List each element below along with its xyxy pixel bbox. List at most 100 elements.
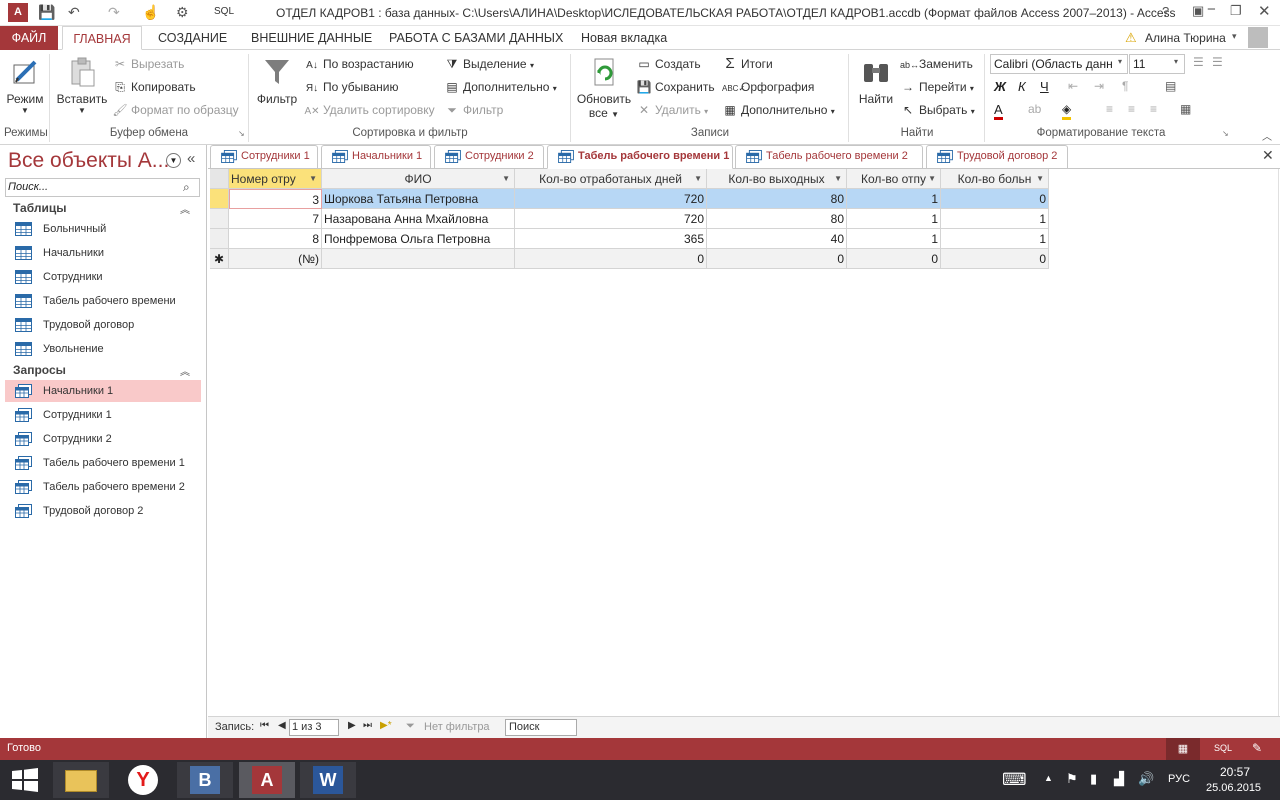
- tab-home[interactable]: ГЛАВНАЯ: [62, 26, 142, 50]
- first-record-icon[interactable]: ⏮: [260, 720, 269, 731]
- table-cell[interactable]: Шоркова Татьяна Петровна: [322, 189, 515, 209]
- tray-volume-icon[interactable]: 🔊: [1138, 771, 1154, 787]
- nav-table-item[interactable]: Начальники: [5, 242, 201, 264]
- indent-increase-icon[interactable]: ⇥: [1094, 79, 1104, 93]
- column-dropdown-icon[interactable]: ▼: [928, 169, 936, 188]
- new-row-cell[interactable]: 0: [707, 249, 847, 269]
- table-cell[interactable]: Понфремова Ольга Петровна: [322, 229, 515, 249]
- undo-icon[interactable]: ↶: [68, 4, 80, 21]
- table-cell[interactable]: Назарована Анна Мхайловна: [322, 209, 515, 229]
- selection-button[interactable]: ⧩ Выделение ▾: [444, 54, 534, 74]
- record-selector[interactable]: [210, 209, 229, 229]
- column-dropdown-icon[interactable]: ▼: [1036, 169, 1044, 188]
- nav-table-item[interactable]: Сотрудники: [5, 266, 201, 288]
- table-cell[interactable]: 1: [941, 209, 1049, 229]
- nav-pane-title[interactable]: Все объекты А...: [8, 149, 169, 173]
- sql-quick-button[interactable]: SQL: [214, 6, 234, 17]
- goto-button[interactable]: → Перейти ▾: [900, 77, 974, 97]
- select-button[interactable]: ↖ Выбрать ▾: [900, 100, 975, 120]
- cut-button[interactable]: ✂ Вырезать: [112, 54, 184, 74]
- nav-collapse-icon[interactable]: «: [187, 150, 195, 167]
- keyboard-icon[interactable]: ⌨: [1002, 770, 1027, 790]
- align-right-icon[interactable]: ≡: [1150, 102, 1157, 116]
- align-left-icon[interactable]: ≡: [1106, 102, 1113, 116]
- datasheet-view-icon[interactable]: ▦: [1166, 738, 1200, 760]
- table-cell[interactable]: 1: [941, 229, 1049, 249]
- last-record-icon[interactable]: ⏭: [363, 720, 372, 731]
- nav-search-input[interactable]: Поиск...: [5, 178, 200, 197]
- tab-new-tab[interactable]: Новая вкладка: [573, 26, 675, 50]
- font-name-chevron-down-icon[interactable]: ▾: [1118, 57, 1122, 66]
- new-row-cell[interactable]: (№): [229, 249, 322, 269]
- help-icon[interactable]: ?: [1162, 4, 1169, 19]
- close-icon[interactable]: ✕: [1258, 2, 1271, 20]
- customize-icon[interactable]: ⚙: [176, 4, 189, 21]
- document-tab[interactable]: Сотрудники 1: [210, 145, 318, 168]
- underline-button[interactable]: Ч: [1040, 79, 1049, 94]
- touch-mode-icon[interactable]: ☝: [142, 4, 159, 21]
- user-name[interactable]: Алина Тюрина: [1145, 31, 1226, 45]
- record-selector[interactable]: [210, 189, 229, 209]
- nav-query-item[interactable]: Сотрудники 2: [5, 428, 201, 450]
- paste-button[interactable]: Вставить ▼: [54, 56, 110, 115]
- nav-table-item[interactable]: Больничный: [5, 218, 201, 240]
- table-cell[interactable]: 7: [229, 209, 322, 229]
- column-dropdown-icon[interactable]: ▼: [834, 169, 842, 188]
- font-name-select[interactable]: Calibri (Область данн: [990, 54, 1128, 74]
- column-dropdown-icon[interactable]: ▼: [694, 169, 702, 188]
- column-dropdown-icon[interactable]: ▼: [502, 169, 510, 188]
- font-color-icon[interactable]: A: [994, 102, 1003, 120]
- remove-sort-button[interactable]: A✕ Удалить сортировку: [304, 100, 434, 120]
- nav-table-item[interactable]: Увольнение: [5, 338, 201, 360]
- search-icon[interactable]: ⌕: [183, 180, 190, 195]
- clock-time[interactable]: 20:57: [1220, 765, 1250, 779]
- nav-query-item[interactable]: Сотрудники 1: [5, 404, 201, 426]
- paragraph-icon[interactable]: ¶: [1122, 79, 1128, 93]
- text-format-launcher-icon[interactable]: ↘: [1222, 129, 1229, 138]
- more-records-button[interactable]: ▦ Дополнительно ▾: [722, 100, 834, 120]
- save-icon[interactable]: 💾: [38, 4, 55, 21]
- nav-query-item[interactable]: Трудовой договор 2: [5, 500, 201, 522]
- document-tab[interactable]: Трудовой договор 2: [926, 145, 1068, 168]
- view-mode-button[interactable]: Режим ▼: [4, 56, 46, 115]
- table-cell[interactable]: 720: [515, 189, 707, 209]
- table-cell[interactable]: 3: [229, 189, 322, 209]
- format-painter-button[interactable]: 🖌 Формат по образцу: [112, 100, 238, 120]
- document-tab[interactable]: Начальники 1: [321, 145, 431, 168]
- sort-ascending-button[interactable]: A↓ По возрастанию: [304, 54, 413, 74]
- prev-record-icon[interactable]: ◀: [278, 720, 286, 731]
- word-taskbar-icon[interactable]: W: [300, 762, 356, 798]
- user-chevron-down-icon[interactable]: ▾: [1232, 31, 1237, 42]
- next-record-icon[interactable]: ▶: [348, 720, 356, 731]
- table-cell[interactable]: 1: [847, 229, 941, 249]
- new-record-nav-icon[interactable]: ▶*: [380, 720, 392, 731]
- find-button[interactable]: Найти: [854, 56, 898, 106]
- nav-table-item[interactable]: Табель рабочего времени: [5, 290, 201, 312]
- table-cell[interactable]: 1: [847, 209, 941, 229]
- queries-section-header[interactable]: Запросы: [13, 363, 66, 377]
- document-tab[interactable]: Табель рабочего времени 2: [735, 145, 923, 168]
- toggle-filter-button[interactable]: ⏷ Фильтр: [444, 100, 503, 120]
- record-search-input[interactable]: Поиск: [505, 719, 577, 736]
- nav-query-item[interactable]: Табель рабочего времени 1: [5, 452, 201, 474]
- new-record-selector[interactable]: ✱: [210, 249, 229, 269]
- italic-button[interactable]: К: [1018, 79, 1026, 94]
- new-row-cell[interactable]: [322, 249, 515, 269]
- yandex-browser-taskbar-icon[interactable]: Y: [115, 762, 171, 798]
- highlight-color-icon[interactable]: ab: [1028, 102, 1041, 116]
- table-cell[interactable]: 720: [515, 209, 707, 229]
- advanced-filter-button[interactable]: ▤ Дополнительно ▾: [444, 77, 556, 97]
- avatar[interactable]: [1248, 27, 1268, 48]
- tray-signal-icon[interactable]: ▟: [1114, 771, 1124, 787]
- save-record-button[interactable]: 💾 Сохранить: [636, 77, 715, 97]
- fill-color-icon[interactable]: ◈: [1062, 102, 1072, 120]
- tab-create[interactable]: СОЗДАНИЕ: [150, 26, 235, 50]
- minimize-icon[interactable]: −: [1207, 1, 1216, 18]
- close-document-icon[interactable]: ✕: [1262, 147, 1274, 164]
- redo-icon[interactable]: ↷: [108, 4, 120, 21]
- tables-collapse-icon[interactable]: ︽: [180, 201, 190, 216]
- delete-record-button[interactable]: ✕ Удалить ▾: [636, 100, 708, 120]
- horizontal-scrollbar[interactable]: [584, 721, 1274, 734]
- totals-button[interactable]: Σ Итоги: [722, 54, 772, 74]
- replace-button[interactable]: ab↔Заменить: [900, 54, 973, 74]
